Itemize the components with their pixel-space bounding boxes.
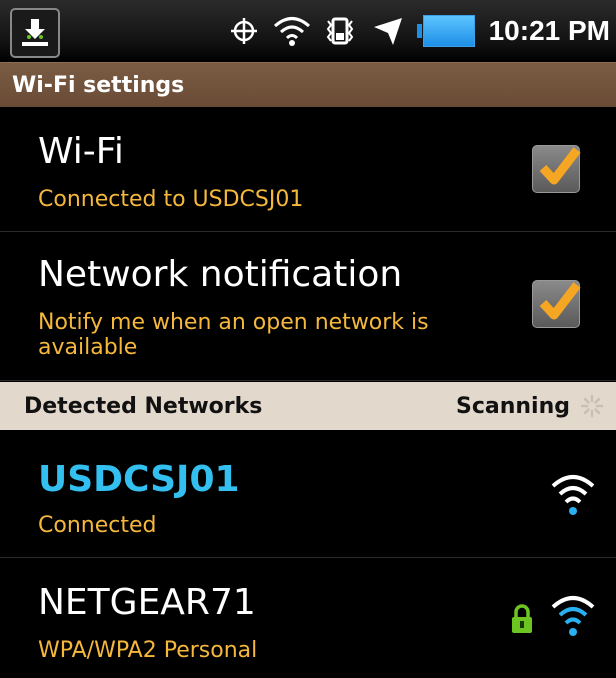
detected-networks-header: Detected Networks Scanning: [0, 382, 616, 430]
wifi-icon: [273, 12, 311, 50]
section-title: Detected Networks: [24, 393, 263, 419]
setting-row-network-notification[interactable]: Network notification Notify me when an o…: [0, 232, 616, 381]
network-status: Connected: [38, 513, 157, 538]
page-title: Wi-Fi settings: [12, 72, 185, 98]
airplane-icon: [369, 12, 407, 50]
setting-label: Network notification: [38, 254, 403, 295]
lock-icon: [512, 604, 532, 633]
network-item-netgear71[interactable]: NETGEAR71 WPA/WPA2 Personal: [0, 558, 616, 678]
wifi-checkbox[interactable]: [532, 145, 581, 193]
battery-icon: [416, 15, 475, 47]
check-icon: [539, 147, 581, 185]
vibrate-icon: [321, 12, 359, 50]
network-item-usdcsj01[interactable]: USDCSJ01 Connected: [0, 431, 616, 558]
clock: 10:21 PM: [488, 15, 610, 46]
scanning-status: Scanning: [455, 393, 570, 419]
status-bar: 10:21 PM: [0, 0, 616, 62]
setting-summary: Connected to USDCSJ01: [38, 187, 304, 212]
network-notification-checkbox[interactable]: [532, 280, 581, 328]
network-ssid: NETGEAR71: [38, 582, 256, 623]
wifi-signal-icon: [551, 475, 595, 515]
network-ssid: USDCSJ01: [38, 459, 240, 500]
download-notification-icon[interactable]: [10, 8, 60, 58]
wifi-signal-icon: [551, 596, 595, 636]
gps-icon: [225, 12, 263, 50]
setting-label: Wi-Fi: [38, 131, 124, 172]
network-security: WPA/WPA2 Personal: [38, 638, 258, 663]
setting-row-wifi[interactable]: Wi-Fi Connected to USDCSJ01: [0, 107, 616, 232]
setting-summary: Notify me when an open network is availa…: [38, 310, 429, 360]
spinner-icon: [580, 394, 604, 418]
page-title-bar: Wi-Fi settings: [0, 62, 616, 107]
check-icon: [539, 282, 581, 320]
